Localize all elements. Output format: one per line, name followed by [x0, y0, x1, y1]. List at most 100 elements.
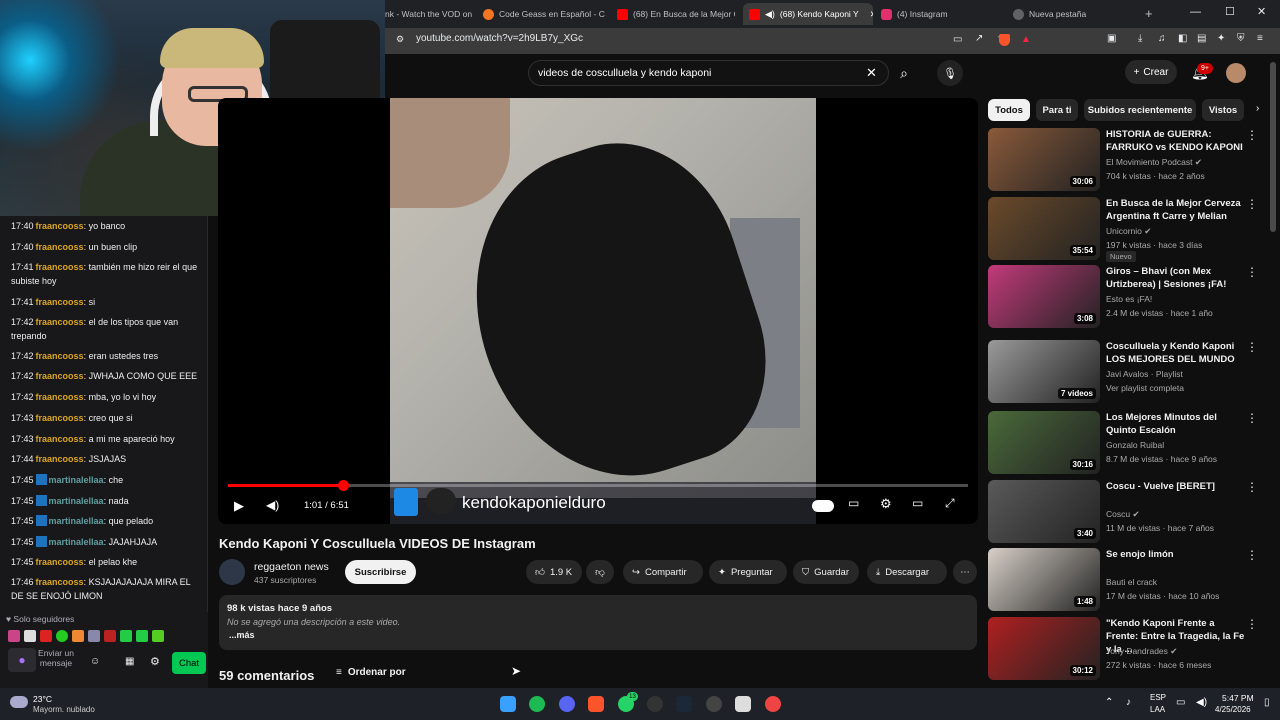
- recommended-channel[interactable]: Coscu ✔: [1106, 509, 1140, 520]
- recommended-title[interactable]: En Busca de la Mejor Cerveza Argentina f…: [1106, 197, 1246, 223]
- chat-username[interactable]: fraancooss: [36, 557, 84, 567]
- chat-username[interactable]: fraancooss: [36, 317, 84, 327]
- more-icon[interactable]: ⋮: [1246, 480, 1258, 494]
- chip-vistos[interactable]: Vistos: [1202, 99, 1244, 121]
- chat-username[interactable]: martinalellaa: [49, 516, 104, 526]
- chat-send-button[interactable]: Chat: [172, 652, 206, 674]
- network-icon[interactable]: ▭: [1176, 697, 1185, 708]
- recommended-channel[interactable]: Gonzalo Ruibal: [1106, 440, 1164, 450]
- recommended-title[interactable]: Giros – Bhavi (con Mex Urtizberea) | Ses…: [1106, 265, 1246, 291]
- weather-icon[interactable]: [10, 696, 28, 708]
- share-button[interactable]: ↪ Compartir: [623, 560, 703, 584]
- recommended-channel[interactable]: Esto es ¡FA!: [1106, 294, 1152, 304]
- chip-subidos[interactable]: Subidos recientemente: [1084, 99, 1196, 121]
- recommended-video[interactable]: 30:06 HISTORIA de GUERRA: FARRUKO vs KEND…: [988, 128, 1270, 192]
- subscribe-button[interactable]: Suscribirse: [345, 560, 416, 584]
- cast-icon[interactable]: ▭: [953, 34, 962, 45]
- steam-icon[interactable]: [676, 696, 692, 712]
- recommended-video[interactable]: 35:54 En Busca de la Mejor Cerveza Argent…: [988, 197, 1270, 262]
- close-tab-icon[interactable]: ✕: [870, 9, 873, 20]
- play-icon[interactable]: ▶: [234, 498, 244, 514]
- app-g-icon[interactable]: [647, 696, 663, 712]
- recommended-title[interactable]: Los Mejores Minutos del Quinto Escalón: [1106, 411, 1246, 437]
- ai-icon[interactable]: ✦: [1217, 33, 1225, 44]
- tab-youtube-cerveza[interactable]: (68) En Busca de la Mejor C: [617, 3, 735, 25]
- chat-username[interactable]: fraancooss: [36, 577, 84, 587]
- recommended-channel[interactable]: Javi Avalos · Playlist: [1106, 369, 1183, 379]
- video-thumbnail[interactable]: 35:54: [988, 197, 1100, 260]
- spotify-icon[interactable]: [529, 696, 545, 712]
- avatar[interactable]: [1226, 63, 1246, 83]
- chrome-icon[interactable]: [765, 696, 781, 712]
- ask-button[interactable]: ✦ Preguntar: [709, 560, 787, 584]
- recommended-channel[interactable]: Tony Dandrades ✔: [1106, 646, 1177, 657]
- app-icon[interactable]: [735, 696, 751, 712]
- recommended-title[interactable]: Cosculluela y Kendo Kaponi LOS MEJORES D…: [1106, 340, 1246, 366]
- video-player[interactable]: kendokaponielduro ▶ ◀) 1:01 / 6:51 ▭ ⚙ ▭…: [218, 98, 978, 524]
- video-thumbnail[interactable]: 7 videos: [988, 340, 1100, 403]
- tray-mic-icon[interactable]: ♪: [1126, 697, 1131, 708]
- brave-shield-icon[interactable]: [999, 34, 1010, 46]
- dislike-button[interactable]: 👎︎: [586, 560, 614, 584]
- more-icon[interactable]: ⋮: [1246, 617, 1258, 631]
- wallet-icon[interactable]: ▤: [1197, 33, 1206, 44]
- sort-comments-button[interactable]: ≡ Ordenar por: [336, 667, 406, 678]
- recommended-video[interactable]: 1:48 Se enojo limón Bauti el crack 17 M de …: [988, 548, 1270, 612]
- new-tab-icon[interactable]: +: [1145, 6, 1153, 21]
- chat-username[interactable]: fraancooss: [36, 221, 84, 231]
- recommended-video[interactable]: 7 videos Cosculluela y Kendo Kaponi LOS M…: [988, 340, 1270, 404]
- chat-username[interactable]: fraancooss: [36, 454, 84, 464]
- chat-username[interactable]: fraancooss: [36, 262, 84, 272]
- save-button[interactable]: ⛉ Guardar: [793, 560, 859, 584]
- chat-username[interactable]: fraancooss: [36, 297, 84, 307]
- recommended-video[interactable]: 3:40 Coscu - Vuelve [BERET] Coscu ✔ 11 M de…: [988, 480, 1270, 544]
- subtitles-icon[interactable]: ▭: [848, 496, 859, 510]
- search-icon[interactable]: ⌕: [889, 60, 919, 86]
- recommended-channel[interactable]: El Movimiento Podcast ✔: [1106, 157, 1202, 168]
- volume-icon[interactable]: ◀): [266, 498, 279, 512]
- recommended-video[interactable]: 30:16 Los Mejores Minutos del Quinto Esca…: [988, 411, 1270, 475]
- video-thumbnail[interactable]: 3:08: [988, 265, 1100, 328]
- video-thumbnail[interactable]: 3:40: [988, 480, 1100, 543]
- video-thumbnail[interactable]: 30:16: [988, 411, 1100, 474]
- chips-next-icon[interactable]: ›: [1256, 103, 1259, 114]
- description-box[interactable]: 98 k vistas hace 9 años No se agregó una…: [219, 595, 977, 650]
- chat-username[interactable]: fraancooss: [36, 392, 84, 402]
- chat-username[interactable]: martinalellaa: [49, 496, 104, 506]
- settings-icon[interactable]: ⚙: [880, 496, 892, 512]
- brave-rewards-icon[interactable]: ▲: [1021, 34, 1031, 45]
- start-icon[interactable]: [500, 696, 516, 712]
- more-icon[interactable]: ⋮: [1246, 411, 1258, 425]
- recommended-video[interactable]: 3:08 Giros – Bhavi (con Mex Urtizberea) |…: [988, 265, 1270, 329]
- channel-name[interactable]: reggaeton news: [254, 561, 329, 573]
- clock-time[interactable]: 5:47 PM: [1222, 693, 1254, 703]
- share-icon[interactable]: ↗: [975, 33, 983, 44]
- chip-para-ti[interactable]: Para ti: [1036, 99, 1078, 121]
- chat-username[interactable]: fraancooss: [36, 413, 84, 423]
- more-icon[interactable]: ⋮: [1246, 128, 1258, 142]
- settings-icon[interactable]: ⚙: [150, 655, 160, 668]
- media-icon[interactable]: ♫: [1158, 33, 1166, 44]
- show-more-link[interactable]: ...más: [229, 630, 255, 640]
- video-thumbnail[interactable]: 30:06: [988, 128, 1100, 191]
- url-field[interactable]: youtube.com/watch?v=2h9LB7y_XGc: [416, 33, 583, 44]
- create-button[interactable]: + Crear: [1125, 60, 1177, 84]
- chat-username[interactable]: fraancooss: [36, 242, 84, 252]
- recommended-title[interactable]: Se enojo limón: [1106, 548, 1246, 561]
- voice-search-icon[interactable]: 🎙: [937, 60, 963, 86]
- recommended-title[interactable]: Coscu - Vuelve [BERET]: [1106, 480, 1246, 493]
- recommended-title[interactable]: HISTORIA de GUERRA: FARRUKO vs KENDO KAP…: [1106, 128, 1246, 154]
- menu-icon[interactable]: ≡: [1257, 33, 1263, 44]
- brave-icon[interactable]: [588, 696, 604, 712]
- chat-message-input[interactable]: Enviar un mensaje: [38, 648, 74, 676]
- emote-row[interactable]: [8, 630, 198, 644]
- video-thumbnail[interactable]: 30:12: [988, 617, 1100, 680]
- fullscreen-icon[interactable]: ⤢: [945, 496, 955, 511]
- chat-username[interactable]: fraancooss: [36, 351, 84, 361]
- clear-search-icon[interactable]: ✕: [866, 65, 877, 81]
- close-window-icon[interactable]: ✕: [1257, 5, 1266, 18]
- chat-username[interactable]: martinalellaa: [49, 475, 104, 485]
- tab-new-tab[interactable]: Nueva pestaña: [1013, 3, 1133, 25]
- channel-avatar[interactable]: [219, 559, 245, 585]
- scrollbar[interactable]: [1270, 62, 1276, 232]
